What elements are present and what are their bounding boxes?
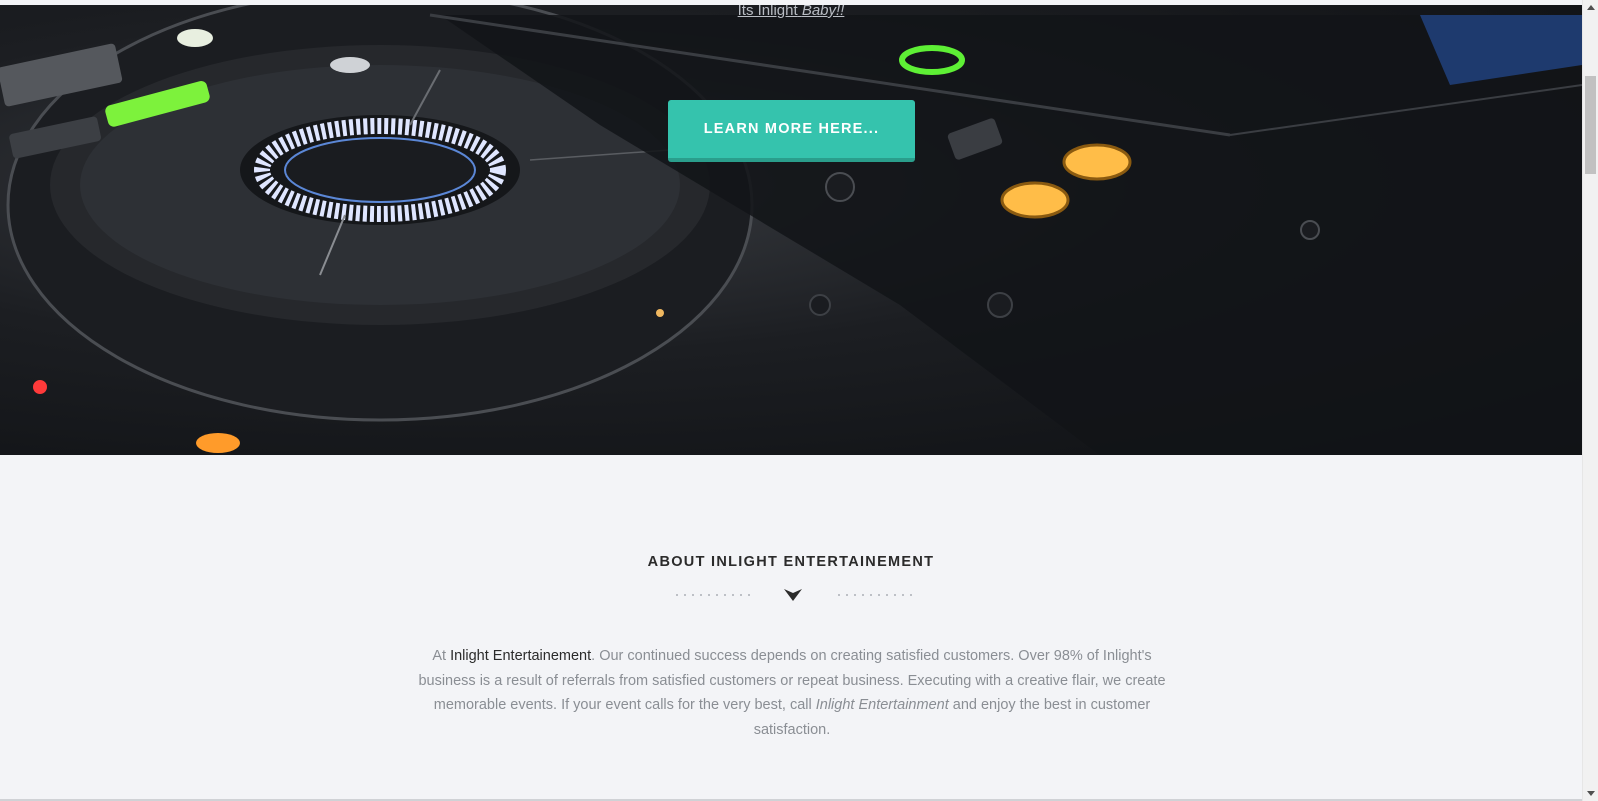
scroll-down-arrow-icon[interactable] [1583,785,1598,801]
hero-tagline[interactable]: Its Inlight Baby!! [0,5,1582,19]
scrollbar-thumb[interactable] [1585,76,1596,174]
divider-dots-right [835,594,913,596]
about-brand-name: Inlight Entertainement [450,648,592,664]
about-text-lead: At [432,648,451,664]
about-paragraph: At Inlight Entertainement. Our continued… [417,644,1167,742]
section-divider [673,588,913,602]
hero-section: Its Inlight Baby!! LEARN MORE HERE... [0,5,1582,455]
page-scrollbar[interactable] [1582,0,1598,801]
tagline-text: Its Inlight [737,5,798,19]
learn-more-button[interactable]: LEARN MORE HERE... [668,100,915,162]
chevron-down-icon [784,589,802,601]
scroll-up-arrow-icon[interactable] [1583,0,1598,16]
about-brand-italic: Inlight Entertainment [815,697,949,713]
divider-dots-left [673,594,751,596]
about-section: ABOUT INLIGHT ENTERTAINEMENT At Inlight … [0,455,1582,801]
hero-background-image [0,5,1582,455]
page-viewport: Its Inlight Baby!! LEARN MORE HERE... AB… [0,0,1582,801]
tagline-emphasis: Baby!! [801,5,845,19]
about-title: ABOUT INLIGHT ENTERTAINEMENT [647,554,935,570]
